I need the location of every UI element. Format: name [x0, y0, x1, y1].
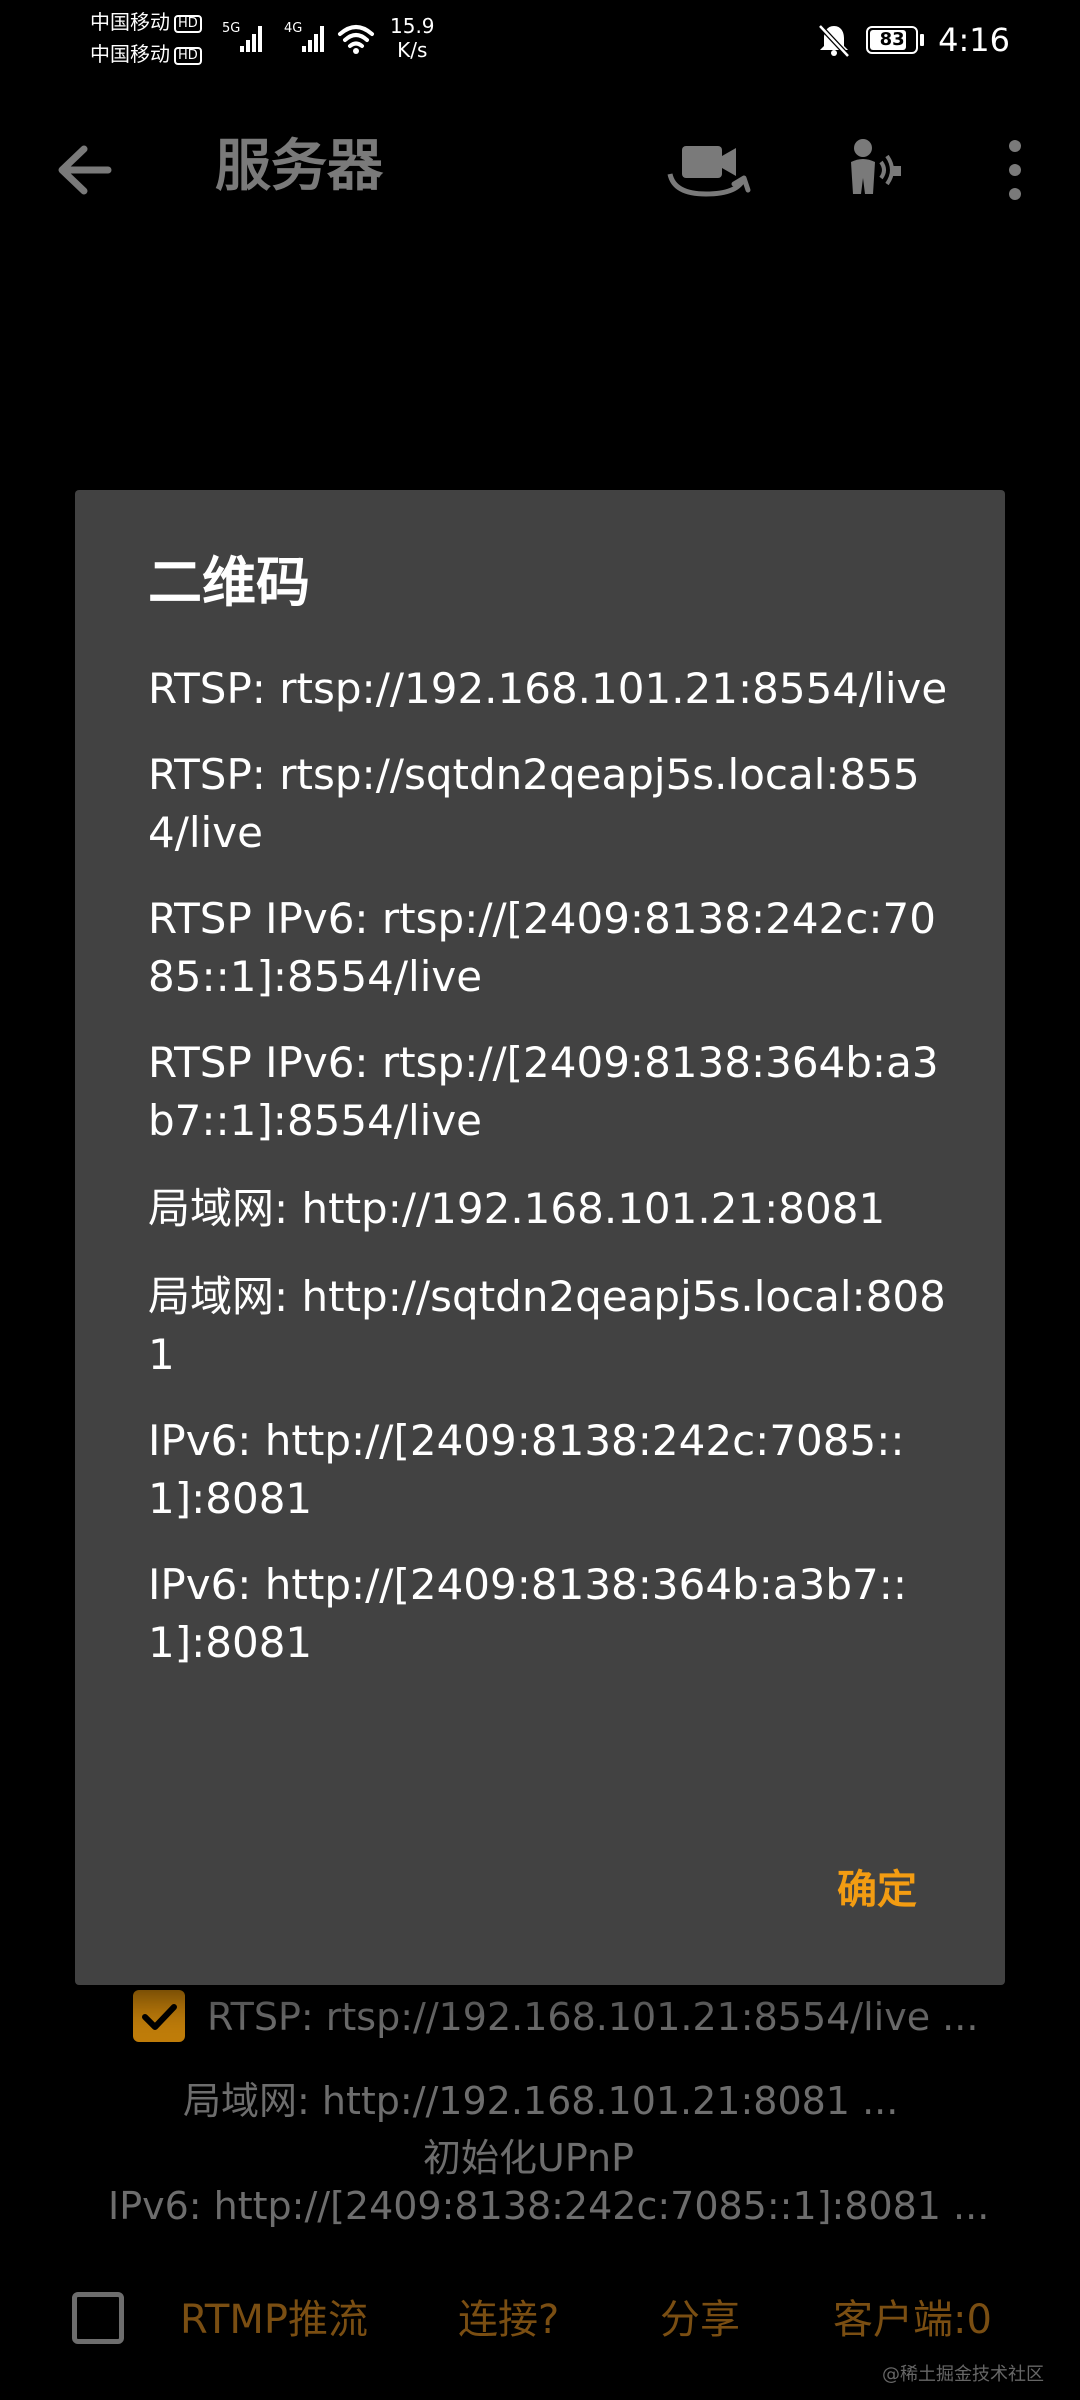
- address-line[interactable]: RTSP IPv6: rtsp://[2409:8138:364b:a3b7::…: [148, 1034, 948, 1150]
- address-line[interactable]: 局域网: http://sqtdn2qeapj5s.local:8081: [148, 1268, 948, 1384]
- address-list: RTSP: rtsp://192.168.101.21:8554/live RT…: [148, 660, 948, 1700]
- address-line[interactable]: 局域网: http://192.168.101.21:8081: [148, 1180, 948, 1238]
- qr-dialog: 二维码 RTSP: rtsp://192.168.101.21:8554/liv…: [75, 490, 1005, 1985]
- dialog-title: 二维码: [148, 551, 310, 614]
- ok-button[interactable]: 确定: [837, 1865, 917, 1915]
- address-line[interactable]: RTSP: rtsp://sqtdn2qeapj5s.local:8554/li…: [148, 746, 948, 862]
- address-line[interactable]: IPv6: http://[2409:8138:364b:a3b7::1]:80…: [148, 1556, 948, 1672]
- address-line[interactable]: RTSP: rtsp://192.168.101.21:8554/live: [148, 660, 948, 718]
- address-line[interactable]: RTSP IPv6: rtsp://[2409:8138:242c:7085::…: [148, 890, 948, 1006]
- address-line[interactable]: IPv6: http://[2409:8138:242c:7085::1]:80…: [148, 1412, 948, 1528]
